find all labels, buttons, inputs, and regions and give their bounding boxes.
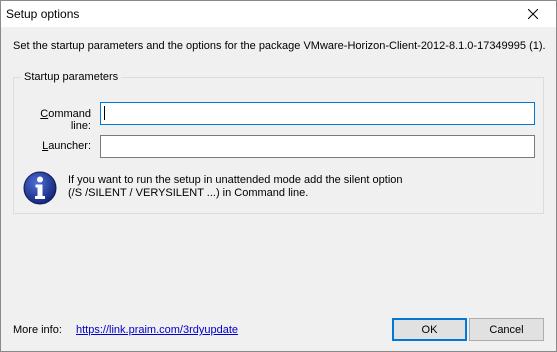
launcher-input[interactable] xyxy=(100,135,535,158)
setup-options-dialog: Setup options Set the startup parameters… xyxy=(0,0,557,352)
title-bar: Setup options xyxy=(1,1,556,27)
launcher-label-rest: auncher: xyxy=(48,140,91,152)
command-line-input[interactable] xyxy=(100,102,535,125)
more-info-link[interactable]: https://link.praim.com/3rdyupdate xyxy=(76,324,238,336)
launcher-label: Launcher: xyxy=(21,140,91,152)
intro-text: Set the startup parameters and the optio… xyxy=(13,40,546,52)
command-line-label: Command line: xyxy=(21,108,91,132)
more-info-label: More info: xyxy=(13,324,62,336)
close-icon xyxy=(528,9,538,19)
close-button[interactable] xyxy=(510,1,556,27)
cancel-button[interactable]: Cancel xyxy=(469,318,544,341)
window-title: Setup options xyxy=(6,7,80,21)
info-icon xyxy=(23,171,57,205)
command-line-accel: C xyxy=(40,108,49,120)
group-legend: Startup parameters xyxy=(21,71,122,83)
text-caret xyxy=(104,106,105,120)
info-message: If you want to run the setup in unattend… xyxy=(68,174,403,200)
info-message-line2: (/S /SILENT / VERYSILENT ...) in Command… xyxy=(68,187,309,199)
info-message-line1: If you want to run the setup in unattend… xyxy=(68,174,403,186)
command-line-label-rest: ommand line: xyxy=(48,108,91,132)
ok-button[interactable]: OK xyxy=(392,318,467,341)
